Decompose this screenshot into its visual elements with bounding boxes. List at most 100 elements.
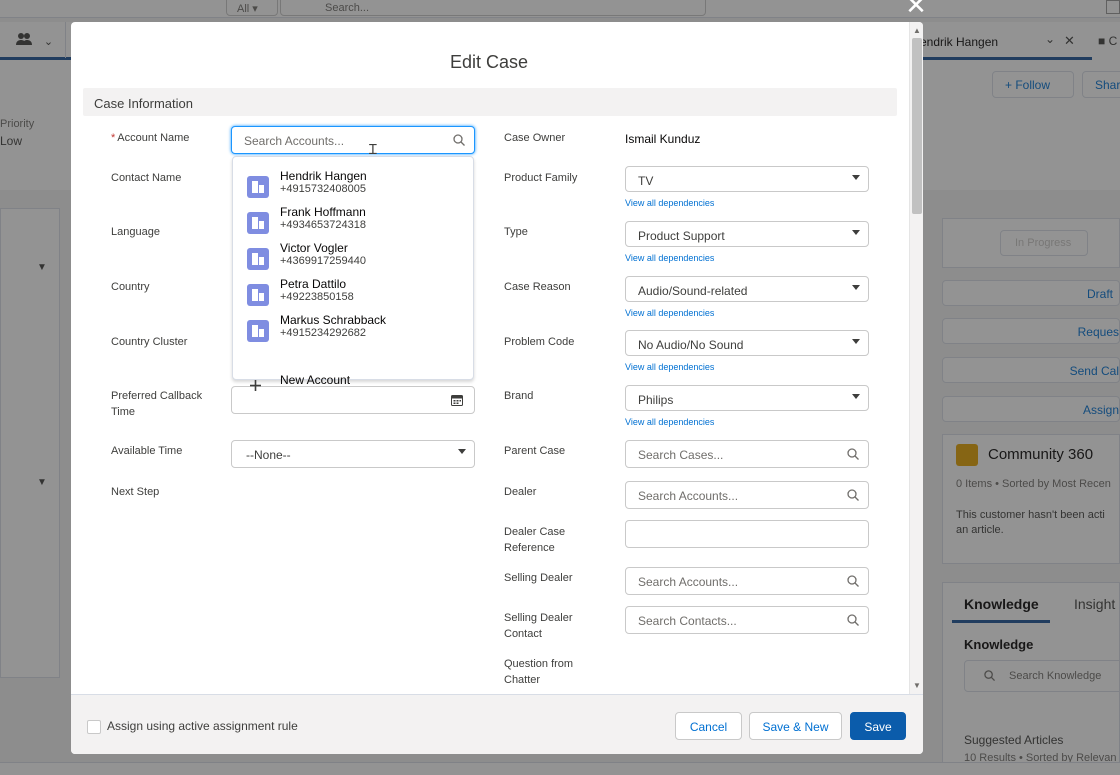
parent-case-search-input[interactable]: Search Cases...	[625, 440, 869, 468]
lookup-option-name: Frank Hoffmann	[280, 205, 366, 219]
edit-case-modal: Edit Case Case Information * Account Name…	[71, 22, 923, 754]
account-name-label-text: Account Name	[117, 132, 190, 144]
scroll-down-icon[interactable]: ▼	[913, 681, 921, 690]
view-dependencies-link[interactable]: View all dependencies	[625, 308, 714, 318]
lookup-option-victor-vogler[interactable]: Victor Vogler +4369917259440	[233, 241, 473, 277]
view-dependencies-link[interactable]: View all dependencies	[625, 253, 714, 263]
view-dependencies-link[interactable]: View all dependencies	[625, 362, 714, 372]
available-time-value: --None--	[246, 448, 291, 462]
country-label: Country	[111, 281, 150, 293]
available-time-label: Available Time	[111, 445, 183, 457]
parent-case-label: Parent Case	[504, 445, 566, 457]
section-case-information[interactable]: Case Information	[83, 88, 897, 116]
available-time-select[interactable]: --None--	[231, 440, 475, 468]
type-select[interactable]: Product Support	[625, 221, 869, 247]
search-icon	[847, 614, 859, 626]
dealer-search-input[interactable]: Search Accounts...	[625, 481, 869, 509]
product-family-value: TV	[638, 174, 654, 188]
brand-label: Brand	[504, 390, 534, 402]
plus-icon	[250, 380, 261, 391]
save-and-new-button[interactable]: Save & New	[749, 712, 842, 740]
contact-name-label: Contact Name	[111, 172, 182, 184]
chevron-down-icon	[852, 285, 860, 290]
case-reason-label: Case Reason	[504, 281, 571, 293]
lookup-option-frank-hoffmann[interactable]: Frank Hoffmann +4934653724318	[233, 205, 473, 241]
selling-dealer-label: Selling Dealer	[504, 572, 573, 584]
chevron-down-icon	[852, 339, 860, 344]
lookup-option-phone: +4934653724318	[280, 219, 366, 231]
account-icon	[247, 284, 269, 306]
country-cluster-label: Country Cluster	[111, 336, 188, 348]
selling-dealer-search-input[interactable]: Search Accounts...	[625, 567, 869, 595]
product-family-select[interactable]: TV	[625, 166, 869, 192]
lookup-option-name: Hendrik Hangen	[280, 169, 367, 183]
assign-rule-label[interactable]: Assign using active assignment rule	[107, 719, 298, 733]
modal-scrollbar[interactable]: ▲ ▼	[909, 22, 923, 694]
account-name-placeholder: Search Accounts...	[244, 134, 345, 148]
lookup-option-name: Markus Schrabback	[280, 313, 387, 327]
lookup-option-name: Petra Dattilo	[280, 277, 347, 291]
chevron-down-icon	[852, 230, 860, 235]
scroll-thumb[interactable]	[912, 38, 922, 214]
problem-code-select[interactable]: No Audio/No Sound	[625, 330, 869, 356]
type-label: Type	[504, 226, 528, 238]
assign-rule-checkbox[interactable]	[87, 720, 101, 734]
case-reason-select[interactable]: Audio/Sound-related	[625, 276, 869, 302]
search-icon	[847, 448, 859, 460]
brand-select[interactable]: Philips	[625, 385, 869, 411]
next-step-label: Next Step	[111, 486, 160, 498]
modal-body: Edit Case Case Information * Account Name…	[71, 22, 909, 694]
preferred-callback-label: Preferred Callback Time	[111, 390, 203, 418]
required-indicator: *	[111, 132, 116, 144]
lookup-option-phone: +4915732408005	[280, 183, 366, 195]
account-icon	[247, 320, 269, 342]
dealer-case-reference-input[interactable]	[625, 520, 869, 548]
type-value: Product Support	[638, 229, 725, 243]
account-icon	[247, 212, 269, 234]
lookup-option-markus-schrabback[interactable]: Markus Schrabback +4915234292682	[233, 313, 473, 349]
chevron-down-icon	[852, 175, 860, 180]
dealer-case-reference-label: Dealer Case Reference	[504, 526, 566, 554]
chevron-down-icon	[458, 449, 466, 454]
lookup-option-phone: +4915234292682	[280, 327, 366, 339]
selling-dealer-contact-label: Selling Dealer Contact	[504, 612, 573, 640]
account-name-search-input[interactable]: Search Accounts...	[231, 126, 475, 154]
lookup-option-phone: +4369917259440	[280, 255, 366, 267]
calendar-icon[interactable]	[451, 394, 463, 406]
lookup-option-phone: +49223850158	[280, 291, 354, 303]
lookup-option-name: Victor Vogler	[280, 241, 348, 255]
account-lookup-dropdown: Hendrik Hangen +4915732408005 Frank Hoff…	[232, 156, 474, 391]
product-family-label: Product Family	[504, 172, 578, 184]
new-account-option[interactable]: New Account	[280, 373, 350, 387]
modal-title: Edit Case	[449, 52, 529, 72]
preferred-callback-input[interactable]	[231, 386, 475, 414]
lookup-option-petra-dattilo[interactable]: Petra Dattilo +49223850158	[233, 277, 473, 313]
selling-dealer-contact-placeholder: Search Contacts...	[638, 614, 737, 628]
parent-case-placeholder: Search Cases...	[638, 448, 724, 462]
view-dependencies-link[interactable]: View all dependencies	[625, 198, 714, 208]
modal-footer: Assign using active assignment rule Canc…	[71, 694, 923, 754]
case-owner-value[interactable]: Ismail Kunduz	[625, 132, 700, 146]
dealer-placeholder: Search Accounts...	[638, 489, 739, 503]
scroll-up-icon[interactable]: ▲	[913, 26, 921, 35]
problem-code-label: Problem Code	[504, 336, 575, 348]
save-button[interactable]: Save	[850, 712, 906, 740]
search-icon	[453, 134, 465, 146]
problem-code-value: No Audio/No Sound	[638, 338, 744, 352]
lookup-option-hendrik-hangen[interactable]: Hendrik Hangen +4915732408005	[233, 169, 473, 205]
close-modal-icon[interactable]: ✕	[902, 0, 930, 18]
case-owner-label: Case Owner	[504, 132, 566, 144]
account-name-label: * Account Name	[111, 130, 189, 146]
chevron-down-icon	[852, 394, 860, 399]
account-icon	[247, 176, 269, 198]
cancel-button[interactable]: Cancel	[675, 712, 742, 740]
selling-dealer-placeholder: Search Accounts...	[638, 575, 739, 589]
selling-dealer-contact-search-input[interactable]: Search Contacts...	[625, 606, 869, 634]
search-icon	[847, 489, 859, 501]
case-reason-value: Audio/Sound-related	[638, 284, 748, 298]
dealer-label: Dealer	[504, 486, 537, 498]
language-label: Language	[111, 226, 160, 238]
question-from-chatter-label: Question from Chatter	[504, 658, 574, 686]
account-icon	[247, 248, 269, 270]
view-dependencies-link[interactable]: View all dependencies	[625, 417, 714, 427]
